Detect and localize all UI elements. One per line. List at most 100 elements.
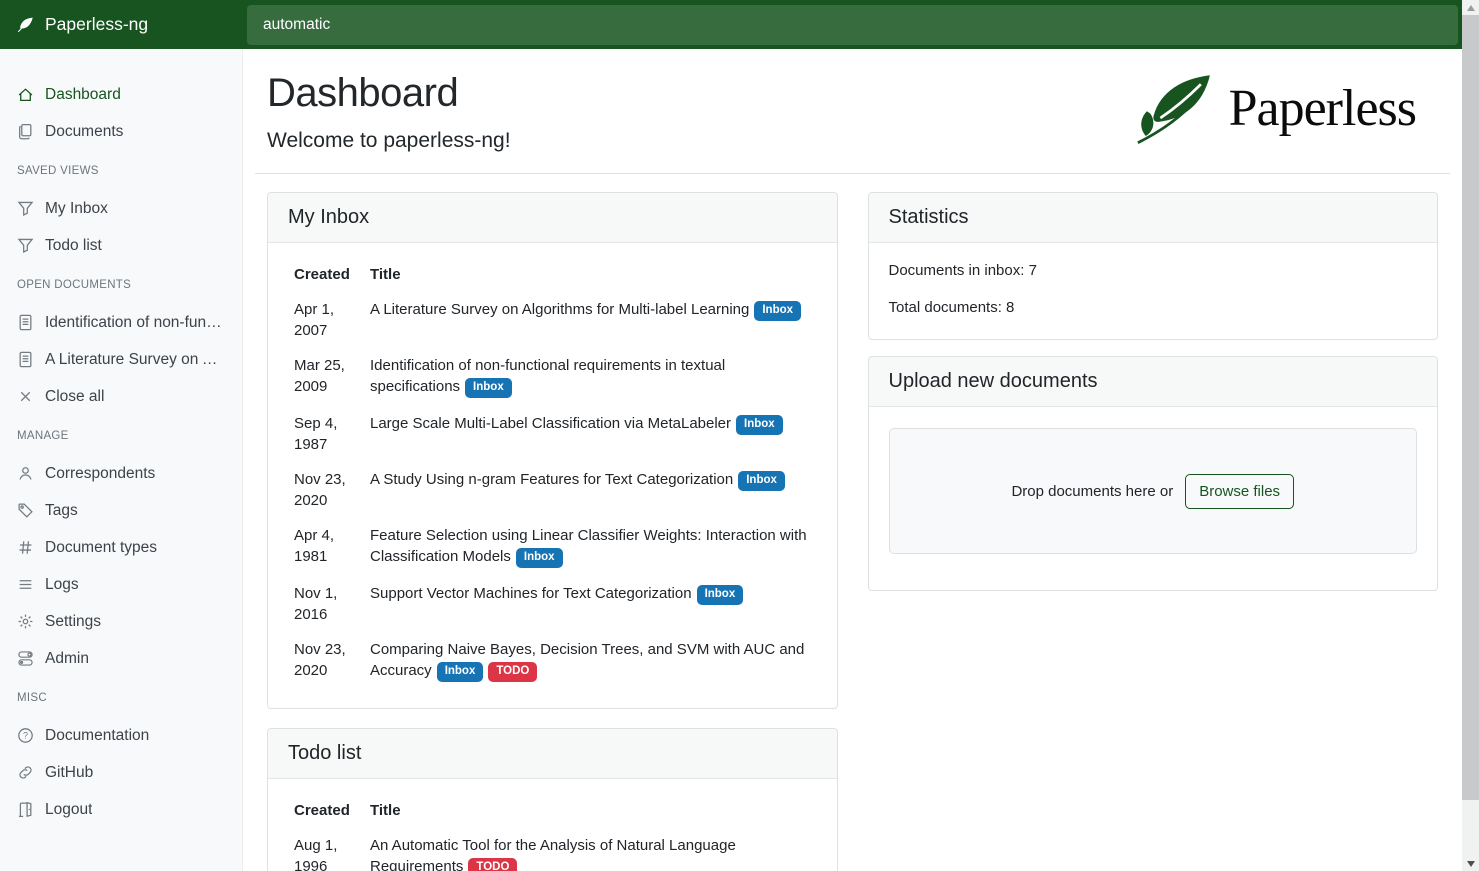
section-title: SAVED VIEWS — [0, 164, 242, 178]
sidebar-item-label: Documentation — [45, 725, 149, 746]
tag-badge: TODO — [488, 662, 537, 682]
house-icon — [17, 86, 34, 103]
scroll-up-arrow[interactable] — [1462, 0, 1479, 15]
sidebar-item-label: Admin — [45, 648, 89, 669]
statistics-line: Total documents: 8 — [889, 297, 1418, 318]
sidebar-item-tags[interactable]: Tags — [0, 492, 242, 529]
document-row[interactable]: Sep 4, 1987 Large Scale Multi-Label Clas… — [284, 406, 821, 462]
funnel-icon — [17, 237, 34, 254]
document-title-link[interactable]: Identification of non-functional require… — [370, 357, 725, 395]
tag-icon — [17, 502, 34, 519]
column-header-title: Title — [360, 793, 821, 828]
card-body: Created Title Aug 1, 1996 An Automatic T… — [268, 779, 837, 871]
sidebar-item-label: Document types — [45, 537, 157, 558]
sidebar-item-label: Close all — [45, 386, 104, 407]
sidebar-item-todo-list[interactable]: Todo list — [0, 227, 242, 264]
document-title-link[interactable]: Support Vector Machines for Text Categor… — [370, 585, 692, 602]
scrollbar[interactable] — [1462, 0, 1479, 871]
brand-label: Paperless-ng — [45, 14, 148, 35]
sidebar-item-label: Documents — [45, 121, 123, 142]
sidebar-item-documents[interactable]: Documents — [0, 113, 242, 150]
sidebar-item-dashboard[interactable]: Dashboard — [0, 76, 242, 113]
sidebar-item-my-inbox[interactable]: My Inbox — [0, 190, 242, 227]
funnel-icon — [17, 200, 34, 217]
document-created-date: Apr 4, 1981 — [284, 518, 360, 576]
document-created-date: Nov 23, 2020 — [284, 462, 360, 518]
document-row[interactable]: Nov 23, 2020 Comparing Naive Bayes, Deci… — [284, 632, 821, 690]
sidebar-item-documentation[interactable]: ? Documentation — [0, 717, 242, 754]
drop-text: Drop documents here or — [1011, 483, 1173, 500]
door-icon — [17, 801, 34, 818]
document-title-link[interactable]: A Study Using n-gram Features for Text C… — [370, 471, 733, 488]
sidebar-item-correspondents[interactable]: Correspondents — [0, 455, 242, 492]
tag-badge: Inbox — [736, 415, 783, 435]
logo-wordmark: Paperless — [1229, 83, 1416, 135]
sidebar-item-label: Todo list — [45, 235, 102, 256]
document-row[interactable]: Nov 23, 2020 A Study Using n-gram Featur… — [284, 462, 821, 518]
sidebar: Dashboard Documents SAVED VIEWS My Inbox… — [0, 49, 243, 871]
tag-badge: Inbox — [754, 301, 801, 321]
page-header-text: Dashboard Welcome to paperless-ng! — [267, 63, 511, 161]
sidebar-section-open-documents: OPEN DOCUMENTS Identification of non-fun… — [0, 278, 242, 415]
column-header-created: Created — [284, 793, 360, 828]
document-row[interactable]: Aug 1, 1996 An Automatic Tool for the An… — [284, 828, 821, 871]
svg-text:?: ? — [23, 731, 28, 741]
files-icon — [17, 123, 34, 140]
section-title: OPEN DOCUMENTS — [0, 278, 242, 292]
top-navbar: Paperless-ng — [0, 0, 1462, 49]
document-title-link[interactable]: A Literature Survey on Algorithms for Mu… — [370, 301, 749, 318]
sidebar-item-open-document-2[interactable]: A Literature Survey on Algori... — [0, 341, 242, 378]
sidebar-item-label: A Literature Survey on Algori... — [45, 349, 225, 370]
tag-badge: Inbox — [697, 585, 744, 605]
upload-card: Upload new documents Drop documents here… — [868, 356, 1439, 591]
document-created-date: Sep 4, 1987 — [284, 406, 360, 462]
scroll-thumb[interactable] — [1462, 15, 1479, 800]
page-title: Dashboard — [267, 69, 511, 117]
document-title-link[interactable]: Large Scale Multi-Label Classification v… — [370, 415, 731, 432]
scroll-down-arrow[interactable] — [1462, 856, 1479, 871]
tag-badge: Inbox — [465, 378, 512, 398]
card-body: Created Title Apr 1, 2007 A Literature S… — [268, 243, 837, 708]
sidebar-item-logout[interactable]: Logout — [0, 791, 242, 828]
document-created-date: Apr 1, 2007 — [284, 292, 360, 348]
card-title: Statistics — [869, 193, 1438, 243]
statistics-line: Documents in inbox: 7 — [889, 260, 1418, 281]
document-created-date: Nov 1, 2016 — [284, 576, 360, 632]
page-header: Dashboard Welcome to paperless-ng! Paper… — [267, 63, 1438, 161]
welcome-text: Welcome to paperless-ng! — [267, 127, 511, 155]
card-body: Documents in inbox: 7 Total documents: 8 — [869, 243, 1438, 339]
document-row[interactable]: Nov 1, 2016 Support Vector Machines for … — [284, 576, 821, 632]
document-created-date: Mar 25, 2009 — [284, 348, 360, 406]
sidebar-item-close-all[interactable]: Close all — [0, 378, 242, 415]
file-text-icon — [17, 351, 34, 368]
sidebar-item-settings[interactable]: Settings — [0, 603, 242, 640]
card-title: Upload new documents — [869, 357, 1438, 407]
search-input[interactable] — [247, 5, 1458, 45]
sidebar-section-misc: MISC ? Documentation GitHub Logout — [0, 691, 242, 828]
column-header-title: Title — [360, 257, 821, 292]
card-title: My Inbox — [268, 193, 837, 243]
browse-files-button[interactable]: Browse files — [1185, 474, 1294, 509]
sidebar-item-open-document-1[interactable]: Identification of non-functio... — [0, 304, 242, 341]
sidebar-item-github[interactable]: GitHub — [0, 754, 242, 791]
sidebar-item-document-types[interactable]: Document types — [0, 529, 242, 566]
todo-list-card: Todo list Created Title — [267, 728, 838, 871]
sidebar-item-label: Identification of non-functio... — [45, 312, 225, 333]
document-title-link[interactable]: Feature Selection using Linear Classifie… — [370, 527, 807, 565]
table-header-row: Created Title — [284, 257, 821, 292]
file-text-icon — [17, 314, 34, 331]
document-row[interactable]: Apr 1, 2007 A Literature Survey on Algor… — [284, 292, 821, 348]
document-title-link[interactable]: An Automatic Tool for the Analysis of Na… — [370, 837, 736, 871]
section-title: MANAGE — [0, 429, 242, 443]
main-content: Dashboard Welcome to paperless-ng! Paper… — [243, 49, 1462, 871]
sidebar-item-label: Correspondents — [45, 463, 155, 484]
column-header-created: Created — [284, 257, 360, 292]
document-row[interactable]: Apr 4, 1981 Feature Selection using Line… — [284, 518, 821, 576]
document-row[interactable]: Mar 25, 2009 Identification of non-funct… — [284, 348, 821, 406]
sidebar-item-admin[interactable]: Admin — [0, 640, 242, 677]
sidebar-item-logs[interactable]: Logs — [0, 566, 242, 603]
brand[interactable]: Paperless-ng — [0, 14, 243, 35]
upload-dropzone[interactable]: Drop documents here or Browse files — [889, 428, 1418, 554]
sidebar-item-label: Logout — [45, 799, 92, 820]
section-title: MISC — [0, 691, 242, 705]
